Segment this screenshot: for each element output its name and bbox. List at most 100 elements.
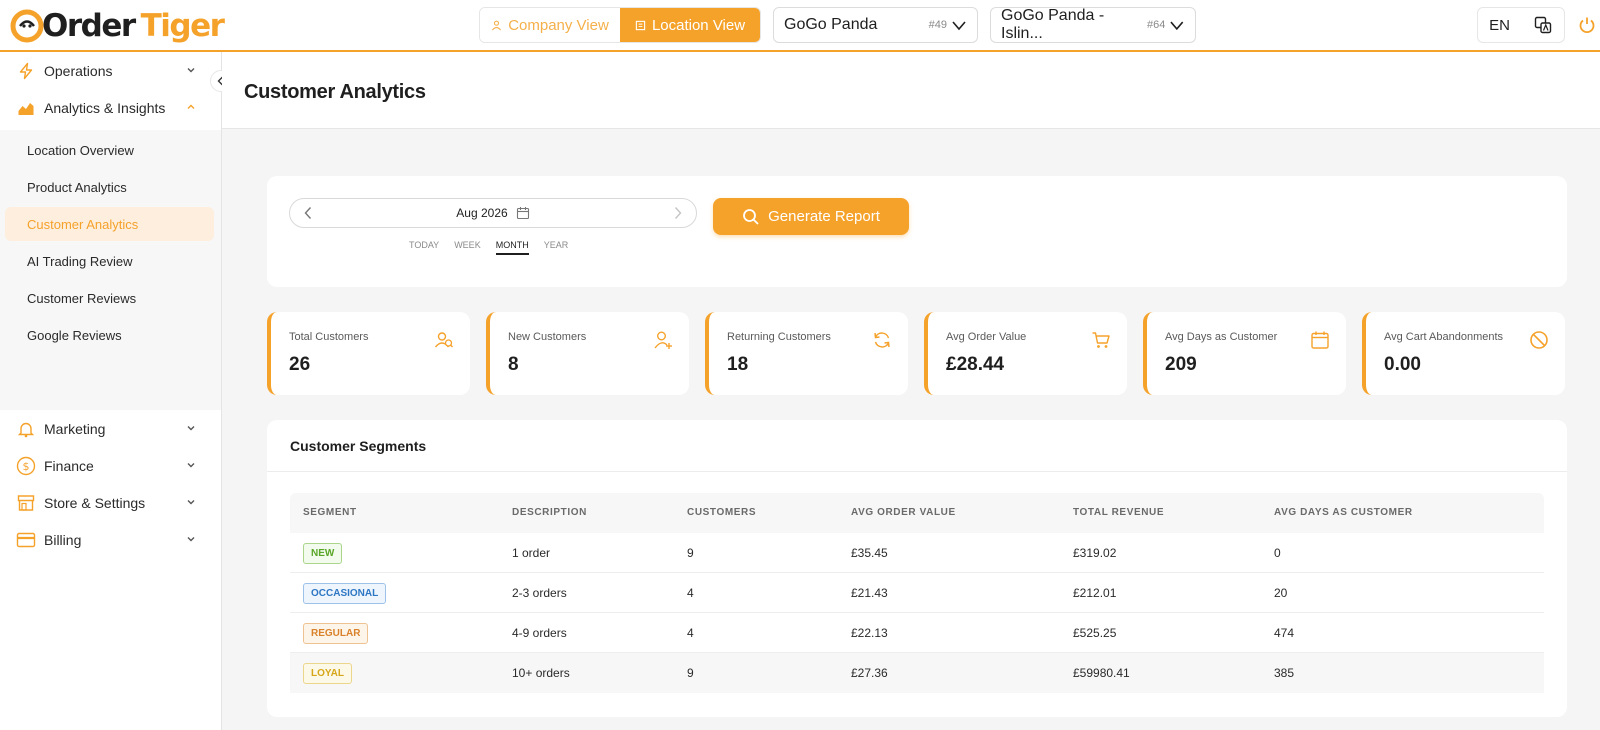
sidebar-subitem-product-analytics[interactable]: Product Analytics (5, 170, 214, 204)
company-select-value: GoGo Panda (784, 16, 878, 33)
translate-icon (1534, 16, 1551, 34)
metric-value: 26 (289, 354, 311, 375)
period-tab-year[interactable]: YEAR (544, 240, 569, 255)
sidebar-item-label: Marketing (44, 421, 106, 437)
cart-icon (1092, 332, 1110, 348)
generate-report-button[interactable]: Generate Report (713, 198, 909, 235)
sidebar-item-billing[interactable]: Billing (0, 522, 222, 558)
company-view-button[interactable]: Company View (480, 8, 620, 42)
date-picker[interactable]: Aug 2026 (289, 198, 697, 228)
metric-card-returning-customers: Returning Customers 18 (705, 312, 908, 395)
users-small-icon (492, 20, 502, 30)
table-row: LOYAL 10+ orders 9 £27.36 £59980.41 385 (290, 653, 1544, 693)
cell-avg-order: £22.13 (851, 626, 888, 640)
app-logo[interactable]: Order Tiger (10, 6, 225, 46)
cell-days: 474 (1274, 626, 1295, 640)
segment-badge: LOYAL (303, 663, 352, 684)
translate-button[interactable] (1521, 16, 1564, 34)
tiger-logo-icon (10, 9, 44, 43)
metric-label: Avg Cart Abandonments (1384, 331, 1504, 343)
cell-description: 1 order (512, 546, 551, 560)
search-icon (743, 208, 759, 225)
view-toggle: Company View Location View (479, 7, 761, 43)
prev-period-button[interactable] (290, 206, 326, 220)
cell-days: 20 (1274, 586, 1288, 600)
chevron-down-icon (187, 426, 195, 431)
analytics-submenu: Location Overview Product Analytics Cust… (0, 130, 221, 410)
sidebar-subitem-ai-trading-review[interactable]: AI Trading Review (5, 244, 214, 278)
sidebar-item-analytics[interactable]: Analytics & Insights (0, 90, 222, 126)
period-tabs: TODAY WEEK MONTH YEAR (409, 240, 568, 255)
chevron-down-icon (187, 68, 195, 73)
dollar-icon: $ (16, 456, 36, 476)
next-period-button[interactable] (660, 206, 696, 220)
cell-revenue: £525.25 (1073, 626, 1117, 640)
cell-customers: 9 (687, 546, 694, 560)
metric-label: Avg Order Value (946, 331, 1027, 343)
sidebar-item-label: Analytics & Insights (44, 100, 166, 116)
metric-card-avg-days: Avg Days as Customer 209 (1143, 312, 1346, 395)
cell-customers: 4 (687, 586, 694, 600)
sidebar-subitem-location-overview[interactable]: Location Overview (5, 133, 214, 167)
segment-badge: REGULAR (303, 623, 369, 644)
divider (267, 471, 1567, 472)
users-icon (434, 332, 453, 348)
period-tab-today[interactable]: TODAY (409, 240, 439, 255)
cell-customers: 4 (687, 626, 694, 640)
column-header: TOTAL REVENUE (1073, 507, 1165, 518)
sidebar-item-label: Store & Settings (44, 495, 146, 511)
location-select-value: GoGo Panda - Islin... (1001, 7, 1105, 42)
sidebar: Operations Analytics & Insights Location… (0, 52, 222, 730)
power-icon[interactable] (1578, 16, 1596, 34)
card-icon (16, 530, 36, 550)
table-row: REGULAR 4-9 orders 4 £22.13 £525.25 474 (290, 613, 1544, 653)
location-select-id: #64 (1147, 19, 1166, 31)
sidebar-item-label: Finance (44, 458, 94, 474)
cell-avg-order: £21.43 (851, 586, 888, 600)
chevron-down-icon (1170, 21, 1184, 31)
chevron-down-icon (187, 463, 195, 468)
metric-value: £28.44 (946, 354, 1005, 375)
bolt-icon (16, 61, 36, 81)
cell-days: 0 (1274, 546, 1281, 560)
sidebar-subitem-customer-analytics[interactable]: Customer Analytics (5, 207, 214, 241)
sidebar-item-label: Operations (44, 63, 113, 79)
metric-value: 8 (508, 354, 519, 375)
logo-text-part2: Tiger (140, 8, 225, 44)
customer-segments-card: Customer Segments SEGMENT DESCRIPTION CU… (267, 420, 1567, 717)
cell-description: 4-9 orders (512, 626, 567, 640)
column-header: DESCRIPTION (512, 507, 587, 518)
cell-days: 385 (1274, 666, 1295, 680)
sidebar-item-store-settings[interactable]: Store & Settings (0, 485, 222, 521)
sidebar-item-finance[interactable]: $ Finance (0, 448, 222, 484)
calendar-icon (1311, 331, 1329, 349)
metric-card-total-customers: Total Customers 26 (267, 312, 470, 395)
language-button[interactable]: EN (1478, 17, 1521, 34)
company-view-label: Company View (508, 16, 609, 34)
metric-value: 18 (727, 354, 749, 375)
cell-avg-order: £35.45 (851, 546, 888, 560)
sidebar-subitem-google-reviews[interactable]: Google Reviews (5, 318, 214, 352)
top-bar: Order Tiger Company View Location View G… (0, 0, 1600, 52)
block-icon (1530, 331, 1548, 349)
page-title: Customer Analytics (244, 81, 426, 103)
metric-card-avg-cart-abandonments: Avg Cart Abandonments 0.00 (1362, 312, 1565, 395)
metric-label: New Customers (508, 331, 587, 343)
period-tab-month[interactable]: MONTH (495, 240, 529, 255)
sidebar-subitem-customer-reviews[interactable]: Customer Reviews (5, 281, 214, 315)
date-label: Aug 2026 (456, 206, 508, 220)
location-select[interactable]: GoGo Panda - Islin... #64 (990, 7, 1196, 43)
table-header: SEGMENT DESCRIPTION CUSTOMERS AVG ORDER … (290, 493, 1544, 533)
segment-badge: OCCASIONAL (303, 583, 387, 604)
refresh-icon (874, 332, 890, 348)
chevron-up-icon (187, 104, 195, 109)
cell-revenue: £319.02 (1073, 546, 1117, 560)
metric-value: 209 (1165, 354, 1197, 375)
metric-label: Avg Days as Customer (1165, 331, 1278, 343)
sidebar-item-marketing[interactable]: Marketing (0, 411, 222, 447)
period-tab-week[interactable]: WEEK (454, 240, 481, 255)
sidebar-item-operations[interactable]: Operations (0, 53, 222, 89)
column-header: SEGMENT (303, 507, 357, 518)
company-select[interactable]: GoGo Panda #49 (773, 7, 978, 43)
location-view-button[interactable]: Location View (620, 8, 760, 42)
